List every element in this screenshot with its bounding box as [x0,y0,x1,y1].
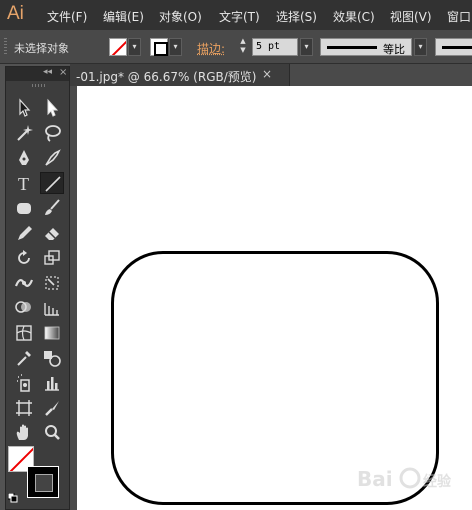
tools-panel-grip[interactable] [32,84,45,87]
stroke-color-box[interactable] [27,466,59,498]
svg-text:经验: 经验 [423,473,452,490]
menu-select[interactable]: 选择(S) [276,8,317,25]
stroke-swatch[interactable] [150,38,168,56]
menu-type[interactable]: 文字(T) [219,8,260,25]
magic-wand-tool-icon[interactable] [12,122,36,144]
control-bar: 未选择对象 ▾ ▾ 描边: ▲ ▼ 5 pt ▾ 等比 ▾ [0,30,472,64]
profile-label: 等比 [383,43,405,56]
artboard-tool-icon[interactable] [12,397,36,419]
curvature-tool-icon[interactable] [40,147,64,169]
vertical-ruler [70,86,77,510]
stepper-down-icon[interactable]: ▼ [236,46,250,55]
document-title[interactable]: -01.jpg* @ 66.67% (RGB/预览) [76,68,256,85]
svg-text:T: T [18,174,29,194]
mesh-tool-icon[interactable] [12,322,36,344]
profile-dropdown-icon[interactable]: ▾ [414,38,427,56]
tab-strip [290,64,472,86]
menu-effect[interactable]: 效果(C) [333,8,375,25]
rounded-rectangle-tool-icon[interactable] [12,197,36,219]
lasso-tool-icon[interactable] [40,122,64,144]
fill-swatch[interactable] [109,38,127,56]
eraser-tool-icon[interactable] [40,222,64,244]
stroke-weight-input[interactable]: 5 pt [252,38,298,56]
menu-view[interactable]: 视图(V) [390,8,432,25]
menu-window[interactable]: 窗口 [447,8,471,25]
collapse-panel-icon[interactable]: ◂◂ [43,67,52,77]
watermark: Bai 经验 [355,460,472,504]
control-bar-grip[interactable] [4,38,7,56]
default-colors-icon[interactable] [7,488,18,503]
menu-edit[interactable]: 编辑(E) [103,8,144,25]
perspective-grid-tool-icon[interactable] [40,297,64,319]
stroke-weight-dropdown-icon[interactable]: ▾ [300,38,313,56]
rotate-tool-icon[interactable] [12,247,36,269]
pencil-tool-icon[interactable] [12,222,36,244]
free-transform-tool-icon[interactable] [40,272,64,294]
selection-status: 未选择对象 [14,42,69,55]
selection-tool-icon[interactable] [12,97,36,119]
zoom-tool-icon[interactable] [40,422,64,444]
blend-tool-icon[interactable] [40,347,64,369]
gradient-tool-icon[interactable] [40,322,64,344]
hand-tool-icon[interactable] [12,422,36,444]
stepper-up-icon[interactable]: ▲ [236,37,250,46]
fill-dropdown-icon[interactable]: ▾ [128,38,141,56]
tools-panel-header[interactable]: ◂◂ × [6,67,69,81]
direct-selection-tool-icon[interactable] [40,97,64,119]
shape-builder-tool-icon[interactable] [12,297,36,319]
close-panel-icon[interactable]: × [59,67,67,78]
symbol-sprayer-tool-icon[interactable] [12,372,36,394]
stroke-label[interactable]: 描边: [197,40,225,57]
slice-tool-icon[interactable] [40,397,64,419]
app-logo: Ai [7,3,24,24]
column-graph-tool-icon[interactable] [40,372,64,394]
menu-bar: Ai 文件(F) 编辑(E) 对象(O) 文字(T) 选择(S) 效果(C) 视… [0,0,472,30]
width-tool-icon[interactable] [12,272,36,294]
variable-width-profile-dropdown[interactable]: 等比 [320,38,412,56]
menu-file[interactable]: 文件(F) [47,8,87,25]
brush-definition-dropdown[interactable] [435,38,472,56]
pen-tool-icon[interactable] [12,147,36,169]
stroke-dropdown-icon[interactable]: ▾ [169,38,182,56]
line-segment-tool-icon[interactable] [40,172,64,194]
watermark-logo: Bai 经验 [357,467,452,491]
menu-object[interactable]: 对象(O) [159,8,202,25]
close-document-icon[interactable]: × [262,67,272,81]
eyedropper-tool-icon[interactable] [12,347,36,369]
scale-tool-icon[interactable] [40,247,64,269]
profile-line-preview [327,46,377,49]
tools-panel: ◂◂ × T [5,66,70,510]
svg-text:Bai: Bai [357,467,393,491]
paintbrush-tool-icon[interactable] [40,197,64,219]
stroke-weight-stepper[interactable]: ▲ ▼ [236,37,250,57]
type-tool-icon[interactable]: T [12,172,36,194]
